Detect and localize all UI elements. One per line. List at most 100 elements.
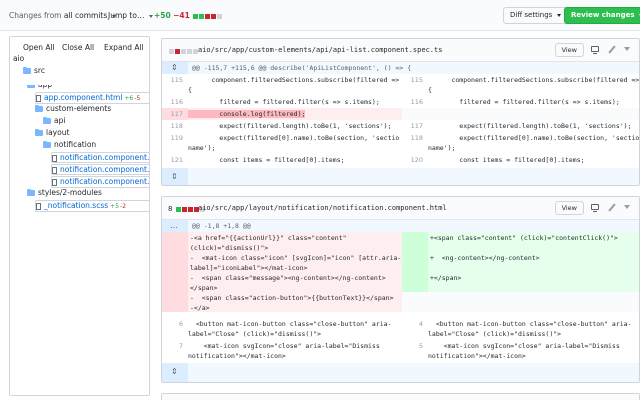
code-text: label]="iconLabel"></mat-icon> <box>190 264 308 272</box>
code-text: - <mat-icon class="icon" [svgIcon]="icon… <box>190 254 402 262</box>
expand-up-icon: ⇕ <box>171 63 178 72</box>
expand-cell[interactable]: ⇕ <box>162 168 188 185</box>
tree-folder-api[interactable]: api <box>43 116 65 125</box>
diffstat-block-icon <box>181 206 187 212</box>
tree-file-notification-scss[interactable]: _notification.scss +5-2 <box>35 200 149 212</box>
deleted-code-block: -<a href="{{actionUrl}}" class="content"… <box>188 232 402 312</box>
open-all-button[interactable]: Open All <box>23 43 55 52</box>
diff-row: 119 expect(filtered[0].name).toBe(sectio… <box>162 132 639 154</box>
tree-folder-custom-elements[interactable]: custom-elements <box>35 104 111 113</box>
close-all-button[interactable]: Close All <box>62 43 94 52</box>
code-text: +<span class="content" (click)="contentC… <box>430 234 618 242</box>
expand-dots-icon: … <box>170 221 178 230</box>
tree-label: src <box>34 66 45 75</box>
folder-icon <box>27 85 35 88</box>
code-line: filtered = filtered.filter(s => s.items)… <box>188 98 380 106</box>
edit-pencil-icon[interactable] <box>608 45 616 54</box>
edit-pencil-icon[interactable] <box>608 203 616 212</box>
hunk-header: @@ -115,7 +115,6 @@ describe('ApiListCom… <box>192 64 412 72</box>
chevron-down-icon[interactable] <box>624 205 630 209</box>
line-number[interactable]: 121 <box>162 154 188 166</box>
empty-code-line <box>402 292 639 312</box>
expand-cell[interactable]: ⇕ <box>162 363 188 382</box>
file-path[interactable]: aio/src/app/custom-elements/api/api-list… <box>198 46 442 54</box>
line-number[interactable]: 6 <box>162 318 188 338</box>
tree-folder-aio[interactable]: aio <box>13 54 24 63</box>
folder-icon <box>35 128 43 136</box>
folder-icon <box>43 116 51 124</box>
diffstat-block-icon <box>199 13 205 19</box>
diff-row: 6 <button mat-icon-button class="close-b… <box>162 318 639 338</box>
diffstat-block-icon <box>205 13 211 19</box>
line-number[interactable]: 7 <box>162 340 188 360</box>
code-text: <mat-icon svgIcon="close" aria-label="Di… <box>188 342 380 350</box>
hunk-header-row: … @@ -1,8 +1,8 @@ <box>162 220 639 232</box>
line-number[interactable]: 115 <box>162 74 188 96</box>
added-code-block: +<span class="content" (click)="contentC… <box>428 232 639 292</box>
diff-settings-button[interactable]: Diff settings <box>503 7 568 24</box>
line-number[interactable]: 116 <box>162 96 188 108</box>
folder-icon <box>35 104 43 112</box>
deleted-line-numbers <box>162 232 188 312</box>
display-rich-diff-icon[interactable] <box>591 46 599 54</box>
code-text: (click)="dismiss()"> <box>190 244 269 252</box>
line-number[interactable]: 120 <box>402 154 428 166</box>
tree-file-notification-spec[interactable]: notification.component.spe <box>51 164 149 175</box>
line-number[interactable]: 116 <box>402 96 428 108</box>
changes-from-dropdown[interactable]: Changes from all commits <box>9 11 116 20</box>
file-path[interactable]: aio/src/app/layout/notification/notifica… <box>198 204 447 212</box>
code-text: console.log(filtered); <box>188 110 306 118</box>
tree-folder-notification[interactable]: notification <box>43 140 96 149</box>
chevron-down-icon <box>148 14 153 18</box>
expand-all-button[interactable]: Expand All <box>104 43 144 52</box>
line-number[interactable]: 115 <box>402 74 428 96</box>
code-line: expect(filtered.length).toBe(1, 'section… <box>188 122 392 130</box>
tree-scroll-area: app app.component.html+6-5 custom-elemen… <box>10 85 149 395</box>
folder-icon <box>23 66 31 74</box>
expand-cell[interactable]: ⇕ <box>162 62 188 74</box>
tree-label: _notification.scss <box>44 201 109 210</box>
tree-file-notification-ts[interactable]: notification.component.ts+ <box>51 176 149 188</box>
hunk-header-row: ⇕ @@ -115,7 +115,6 @@ describe('ApiListC… <box>162 62 639 74</box>
tree-file-app-component-html[interactable]: app.component.html +6-5 <box>35 92 149 104</box>
chevron-down-icon[interactable] <box>624 47 630 51</box>
diffstat-block-icon <box>169 48 174 54</box>
file-diffstat <box>168 47 198 55</box>
file-header: aio/src/app/custom-elements/api/api-list… <box>162 39 639 62</box>
line-number[interactable]: 118 <box>402 132 428 154</box>
tree-folder-layout[interactable]: layout <box>35 128 69 137</box>
line-number[interactable]: 119 <box>162 132 188 154</box>
line-number[interactable]: 4 <box>402 318 428 338</box>
tree-label: layout <box>46 128 70 137</box>
code-text: +</span> <box>430 274 462 282</box>
diff-row: 7 <mat-icon svgIcon="close" aria-label="… <box>162 340 639 360</box>
tree-folder-styles-modules[interactable]: styles/2-modules <box>27 188 102 197</box>
code-text: { <box>188 86 192 94</box>
code-text: notification"></mat-icon> <box>428 352 526 360</box>
line-number[interactable]: 5 <box>402 340 428 360</box>
tree-label: app.component.html <box>44 93 123 102</box>
tree-folder-app[interactable]: app <box>27 85 52 89</box>
line-number[interactable]: 117 <box>402 120 428 132</box>
tree-label: styles/2-modules <box>38 188 102 197</box>
line-number[interactable]: 117 <box>162 108 188 120</box>
display-rich-diff-icon[interactable] <box>591 204 599 212</box>
diffstat-block-icon <box>211 13 217 19</box>
view-file-button[interactable]: View <box>554 43 584 57</box>
jump-to-dropdown[interactable]: Jump to… <box>108 11 153 20</box>
diff-row: 118 expect(filtered.length).toBe(1, 'sec… <box>162 120 639 132</box>
line-number[interactable]: 118 <box>162 120 188 132</box>
code-line: expect(filtered[0].name).toBe(section, '… <box>188 132 400 153</box>
expand-cell[interactable]: … <box>162 220 188 232</box>
view-file-button[interactable]: View <box>554 201 584 215</box>
empty-line-number <box>402 108 428 120</box>
review-changes-button[interactable]: Review changes <box>564 7 640 24</box>
tree-folder-src[interactable]: src <box>23 66 45 75</box>
code-line: <button mat-icon-button class="close-but… <box>428 318 639 339</box>
code-text: label="Close" (click)="dismiss()"> <box>428 330 562 338</box>
tree-file-notification-html[interactable]: notification.component.htm <box>51 152 149 163</box>
code-line: <mat-icon svgIcon="close" aria-label="Di… <box>188 340 400 361</box>
jump-to-label: Jump to… <box>108 11 145 20</box>
tree-label: notification <box>54 140 97 149</box>
chevron-down-icon <box>556 13 561 17</box>
